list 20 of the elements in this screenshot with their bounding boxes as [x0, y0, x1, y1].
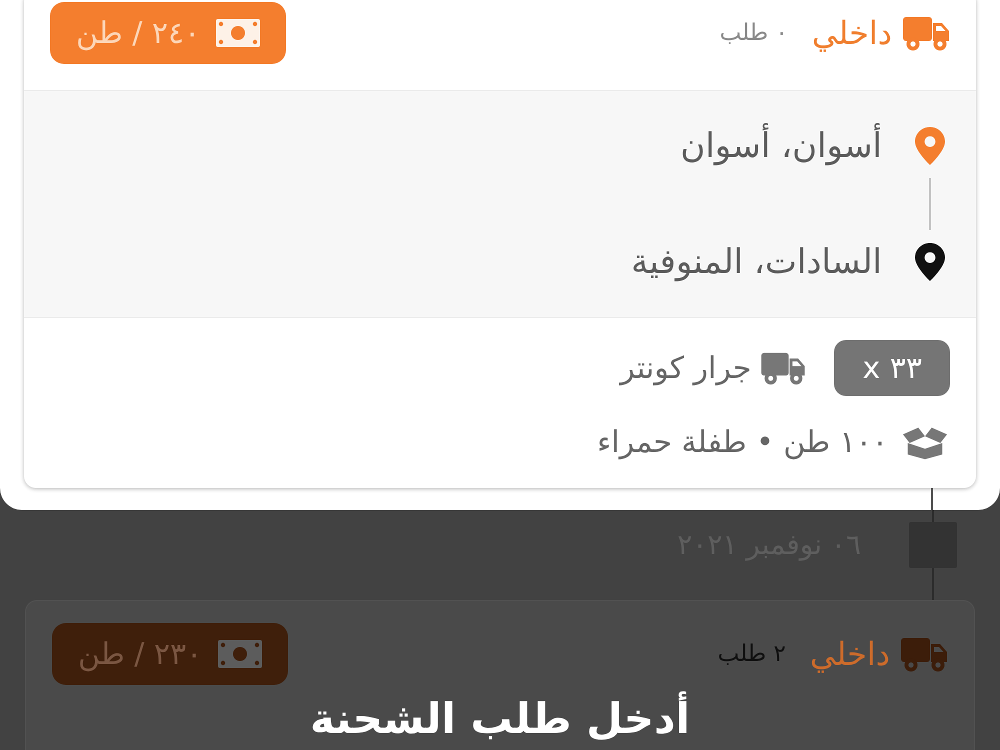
truck-icon	[900, 636, 948, 672]
cargo-label: ١٠٠ طن • طفلة حمراء	[597, 424, 888, 460]
order-type-label: داخلي	[810, 634, 890, 675]
destination-label: السادات، المنوفية	[631, 242, 882, 282]
order-card[interactable]: داخلي ٠ طلب ٢٤٠ / طن أسوان، أسوان السادات، المنوفية x ٣٣ جرار كونتر ١٠٠ طن • طفلة حمراء	[24, 0, 976, 488]
location-pin-icon	[915, 243, 945, 281]
price-label: ٢٣٠ / طن	[78, 636, 202, 672]
truck-type-label: جرار كونتر	[620, 350, 752, 386]
order-count: ٢ طلب	[718, 641, 786, 667]
truck-count-badge: x ٣٣	[834, 340, 950, 396]
route-connector-line	[929, 178, 931, 230]
order-count: ٠ طلب	[720, 20, 788, 46]
truck-icon	[902, 15, 950, 51]
cash-icon	[216, 19, 260, 47]
price-label: ٢٤٠ / طن	[76, 16, 200, 50]
order-type-label: داخلي	[812, 13, 892, 54]
cash-icon	[218, 640, 262, 668]
location-pin-icon	[915, 127, 945, 165]
tutorial-hint-text: أدخل طلب الشحنة	[310, 689, 690, 750]
truck-icon	[759, 351, 808, 385]
